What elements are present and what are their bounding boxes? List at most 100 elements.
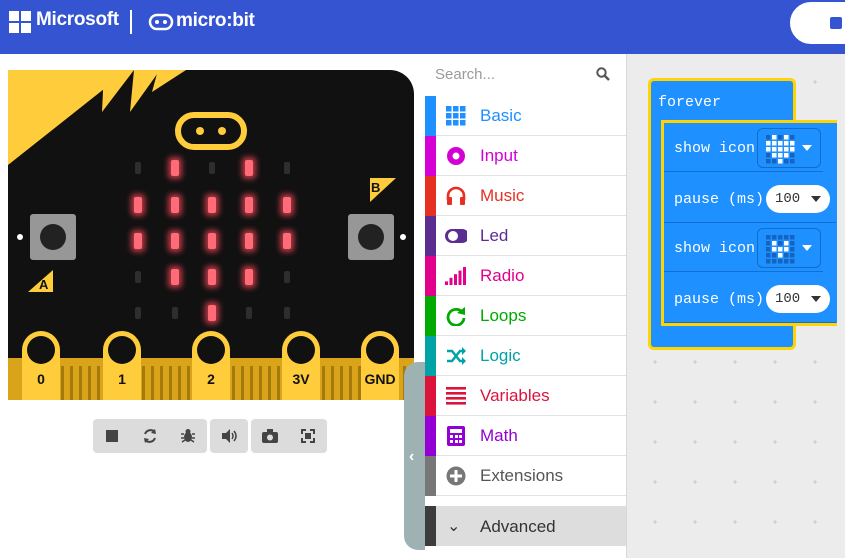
grid-icon <box>445 105 467 127</box>
category-label: Math <box>480 426 518 445</box>
microbit-board[interactable]: A B 0 1 2 3V GND <box>8 70 414 400</box>
heart-icon-picker[interactable] <box>757 128 821 168</box>
show-icon-block[interactable]: show icon <box>664 124 823 172</box>
category-label: Led <box>480 226 509 245</box>
mute-button[interactable] <box>210 419 248 453</box>
top-bar: Microsoft micro:bit <box>0 0 845 54</box>
led-on <box>171 160 179 176</box>
button-b-label: B <box>371 180 380 195</box>
search-icon[interactable] <box>596 67 610 81</box>
debug-button[interactable] <box>169 419 207 453</box>
toolbox-search <box>425 54 626 94</box>
pause-block[interactable]: pause (ms) 100 <box>664 275 836 323</box>
header-divider <box>130 10 132 34</box>
calculator-icon <box>445 425 467 447</box>
microsoft-brand[interactable]: Microsoft <box>36 9 119 31</box>
pin-label: 0 <box>37 371 45 387</box>
loop-arrow-icon <box>445 305 467 327</box>
category-led[interactable]: Led <box>425 216 626 256</box>
bug-icon <box>181 429 195 443</box>
led-off <box>172 307 178 319</box>
led-on <box>171 233 179 249</box>
stop-button[interactable] <box>93 419 131 453</box>
pause-duration-dropdown[interactable]: 100 <box>766 285 830 313</box>
fullscreen-button[interactable] <box>289 419 327 453</box>
led-on <box>245 233 253 249</box>
category-label: Music <box>480 186 525 205</box>
led-on <box>208 305 216 321</box>
forever-block[interactable]: forever <box>648 78 796 122</box>
headphones-icon <box>445 185 467 207</box>
category-music[interactable]: Music <box>425 176 626 216</box>
led-on <box>283 197 291 213</box>
category-extensions[interactable]: Extensions <box>425 456 626 496</box>
category-variables[interactable]: Variables <box>425 376 626 416</box>
led-off <box>135 307 141 319</box>
pin-1[interactable]: 1 <box>103 331 141 400</box>
pin-2[interactable]: 2 <box>192 331 230 400</box>
led-off <box>284 162 290 174</box>
restart-button[interactable] <box>131 419 169 453</box>
pin-label: 3V <box>292 371 310 387</box>
led-on <box>208 197 216 213</box>
led-off <box>135 162 141 174</box>
block-label: pause (ms) <box>674 291 765 308</box>
plus-circle-icon <box>445 465 467 487</box>
category-input[interactable]: Input <box>425 136 626 176</box>
category-label: Loops <box>480 306 527 325</box>
small-heart-icon-picker[interactable] <box>757 228 821 268</box>
pin-3v[interactable]: 3V <box>282 331 320 400</box>
advanced-category[interactable]: ⌄ Advanced <box>425 506 626 546</box>
led-off <box>284 271 290 283</box>
pause-block[interactable]: pause (ms) 100 <box>664 175 836 223</box>
toolbox: Basic Input Music Led Radio Loops Logic … <box>425 54 626 558</box>
extensions-button[interactable] <box>788 0 845 46</box>
led-off <box>135 271 141 283</box>
category-basic[interactable]: Basic <box>425 96 626 136</box>
microsoft-logo-icon <box>9 11 31 33</box>
signal-bars-icon <box>445 265 467 287</box>
category-label: Variables <box>480 386 550 405</box>
category-label: Basic <box>480 106 522 125</box>
led-on <box>134 197 142 213</box>
led-on <box>245 160 253 176</box>
button-a-label: A <box>39 277 49 292</box>
block-label: show icon <box>674 240 756 257</box>
chevron-left-icon: ‹ <box>409 448 415 465</box>
pin-0[interactable]: 0 <box>22 331 60 400</box>
led-on <box>245 197 253 213</box>
category-label: Logic <box>480 346 521 365</box>
led-off <box>284 307 290 319</box>
category-math[interactable]: Math <box>425 416 626 456</box>
stop-icon <box>106 430 118 442</box>
microbit-brand[interactable]: micro:bit <box>176 10 255 32</box>
advanced-label: Advanced <box>480 517 556 536</box>
category-label: Extensions <box>480 466 564 485</box>
shuffle-icon <box>445 345 467 367</box>
led-off <box>209 162 215 174</box>
chevron-down-icon: ⌄ <box>447 518 461 535</box>
show-icon-block[interactable]: show icon <box>664 224 823 272</box>
led-on <box>171 269 179 285</box>
block-label: pause (ms) <box>674 191 765 208</box>
category-loops[interactable]: Loops <box>425 296 626 336</box>
led-on <box>283 233 291 249</box>
led-on <box>134 233 142 249</box>
simulator-panel: A B 0 1 2 3V GND <box>0 54 425 558</box>
target-icon <box>445 145 467 167</box>
led-on <box>171 197 179 213</box>
pause-value: 100 <box>775 291 801 307</box>
forever-label: forever <box>658 94 722 111</box>
pause-duration-dropdown[interactable]: 100 <box>766 185 830 213</box>
led-off <box>246 307 252 319</box>
collapse-simulator-button[interactable]: ‹ <box>404 362 426 550</box>
search-input[interactable] <box>435 62 585 86</box>
led-on <box>208 269 216 285</box>
category-logic[interactable]: Logic <box>425 336 626 376</box>
category-label: Input <box>480 146 518 165</box>
led-on <box>208 233 216 249</box>
pin-gnd[interactable]: GND <box>361 331 399 400</box>
screenshot-button[interactable] <box>251 419 289 453</box>
category-radio[interactable]: Radio <box>425 256 626 296</box>
speaker-icon <box>222 429 237 443</box>
